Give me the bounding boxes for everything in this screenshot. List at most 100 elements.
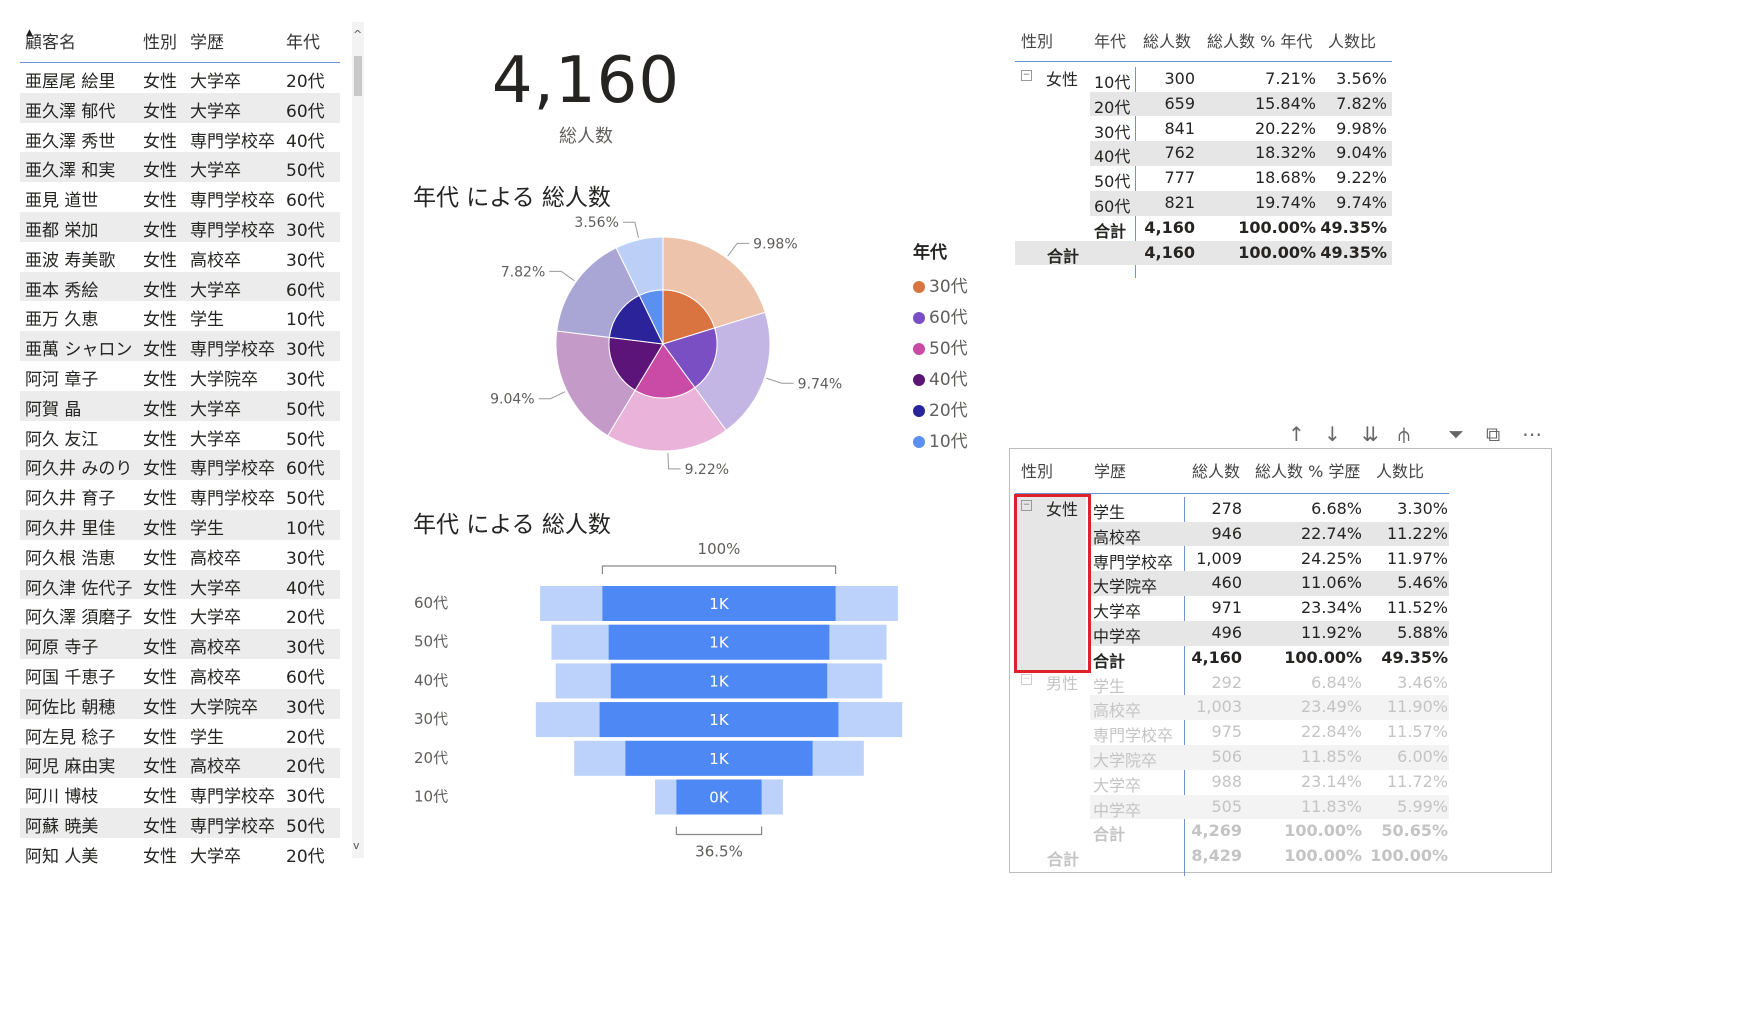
- matrix-column-header[interactable]: 性別: [1021, 28, 1053, 52]
- more-options-icon[interactable]: ⋯: [1522, 422, 1542, 446]
- matrix-row[interactable]: 学生 278 6.68% 3.30%: [1090, 497, 1449, 522]
- table-row[interactable]: 阿賀 晶 女性 大学卒 50代: [20, 390, 340, 421]
- legend-item[interactable]: 50代: [913, 333, 968, 364]
- scrollbar-thumb[interactable]: [354, 56, 362, 96]
- sort-ascending-icon[interactable]: ▲: [26, 28, 33, 38]
- table-row[interactable]: 亜本 秀絵 女性 大学卒 60代: [20, 271, 340, 302]
- legend-item[interactable]: 10代: [913, 426, 968, 457]
- matrix-column-header[interactable]: 総人数 % 年代: [1207, 28, 1312, 52]
- scroll-down-icon[interactable]: v: [353, 839, 360, 852]
- matrix-row[interactable]: 40代 762 18.32% 9.04%: [1090, 141, 1392, 166]
- header-gender[interactable]: 性別: [143, 28, 177, 53]
- table-row[interactable]: 阿久 友江 女性 大学卒 50代: [20, 421, 340, 451]
- matrix-column-header[interactable]: 人数比: [1328, 28, 1376, 52]
- table-row[interactable]: 阿久澤 須磨子 女性 大学卒 20代: [20, 599, 340, 629]
- matrix-row[interactable]: 専門学校卒 1,009 24.25% 11.97%: [1090, 547, 1449, 572]
- arrow-down-icon[interactable]: ↓: [1324, 422, 1341, 446]
- matrix-cell: 大学卒: [1093, 602, 1142, 622]
- legend-item[interactable]: 60代: [913, 302, 968, 333]
- matrix-cell: 762: [1164, 143, 1195, 163]
- table-row[interactable]: 亜屋尾 絵里 女性 大学卒 20代: [20, 63, 340, 93]
- pie-leader-line: [549, 270, 575, 282]
- matrix-row[interactable]: 大学卒 971 23.34% 11.52%: [1090, 596, 1449, 621]
- matrix-row[interactable]: 合計 4,160 100.00% 49.35%: [1090, 216, 1392, 241]
- matrix-row[interactable]: 30代 841 20.22% 9.98%: [1090, 117, 1392, 142]
- table-row[interactable]: 阿佐比 朝穂 女性 大学院卒 30代: [20, 688, 340, 719]
- filter-icon[interactable]: ⏷: [1448, 422, 1464, 446]
- table-row[interactable]: 阿久井 みのり 女性 専門学校卒 60代: [20, 450, 340, 481]
- table-row[interactable]: 阿久根 浩恵 女性 高校卒 30代: [20, 540, 340, 570]
- matrix-age[interactable]: 性別 年代 総人数 総人数 % 年代 人数比 − 女性 10代 300 7.21% 3.56% 20代…: [1015, 24, 1395, 278]
- matrix-cell: 高校卒: [1093, 527, 1142, 547]
- matrix-column-header[interactable]: 年代: [1094, 28, 1126, 52]
- table-row[interactable]: 亜都 栄加 女性 専門学校卒 30代: [20, 211, 340, 242]
- table-row[interactable]: 亜久澤 秀世 女性 専門学校卒 40代: [20, 123, 340, 153]
- table-row[interactable]: 阿久井 里佳 女性 学生 10代: [20, 509, 340, 540]
- matrix-row[interactable]: 中学卒 496 11.92% 5.88%: [1090, 621, 1449, 646]
- matrix-row[interactable]: 高校卒 1,003 23.49% 11.90%: [1090, 695, 1449, 720]
- table-row[interactable]: 亜見 道世 女性 専門学校卒 60代: [20, 182, 340, 212]
- header-age-group[interactable]: 年代: [286, 28, 320, 53]
- matrix-row[interactable]: 大学院卒 460 11.06% 5.46%: [1090, 571, 1449, 596]
- double-arrow-down-icon[interactable]: ⇊: [1362, 422, 1379, 446]
- table-row[interactable]: 亜萬 シャロン 女性 専門学校卒 30代: [20, 331, 340, 361]
- matrix-cell: 9.04%: [1336, 143, 1387, 163]
- table-row[interactable]: 阿児 麻由実 女性 高校卒 20代: [20, 748, 340, 779]
- age-group-cell: 60代: [286, 191, 325, 212]
- table-row[interactable]: 阿蘇 暁美 女性 専門学校卒 50代: [20, 807, 340, 838]
- table-row[interactable]: 阿原 寺子 女性 高校卒 30代: [20, 629, 340, 659]
- collapse-icon[interactable]: −: [1021, 70, 1032, 81]
- matrix-row[interactable]: 大学卒 988 23.14% 11.72%: [1090, 770, 1449, 795]
- matrix-column-header[interactable]: 学歴: [1094, 458, 1126, 482]
- matrix-column-header[interactable]: 総人数 % 学歴: [1255, 458, 1360, 482]
- expand-hierarchy-icon[interactable]: ⫛: [1398, 422, 1410, 446]
- table-row[interactable]: 阿久津 佐代子 女性 大学卒 40代: [20, 569, 340, 600]
- focus-mode-icon[interactable]: ⧉: [1486, 422, 1500, 446]
- matrix-row[interactable]: 20代 659 15.84% 7.82%: [1090, 91, 1392, 117]
- matrix-column-header[interactable]: 人数比: [1376, 458, 1424, 482]
- legend-item[interactable]: 40代: [913, 364, 968, 395]
- matrix-row[interactable]: 合計 4,160 100.00% 49.35%: [1090, 646, 1449, 671]
- matrix-cell: 11.92%: [1300, 623, 1362, 642]
- matrix-cell: 7.82%: [1336, 93, 1387, 113]
- table-row[interactable]: 亜万 久恵 女性 学生 10代: [20, 301, 340, 331]
- customer-table-scrollbar[interactable]: ^ v: [352, 22, 364, 858]
- table-row[interactable]: 亜久澤 郁代 女性 大学卒 60代: [20, 92, 340, 123]
- pie-chart[interactable]: 9.98% 9.74% 9.22% 9.04% 7.82% 3.56%: [460, 210, 880, 490]
- matrix-row[interactable]: 60代 821 19.74% 9.74%: [1090, 191, 1392, 216]
- table-row[interactable]: 亜波 寿美歌 女性 高校卒 30代: [20, 242, 340, 272]
- matrix-column-header[interactable]: 性別: [1021, 458, 1053, 482]
- legend-item[interactable]: 30代: [913, 271, 968, 302]
- age-group-cell: 50代: [286, 816, 325, 837]
- matrix-row[interactable]: 学生 292 6.84% 3.46%: [1090, 671, 1449, 696]
- header-education[interactable]: 学歴: [190, 28, 224, 53]
- matrix-row[interactable]: 高校卒 946 22.74% 11.22%: [1090, 521, 1449, 547]
- gender-cell: 女性: [143, 191, 177, 212]
- table-row[interactable]: 阿河 章子 女性 大学院卒 30代: [20, 361, 340, 391]
- matrix-row[interactable]: 50代 777 18.68% 9.22%: [1090, 166, 1392, 191]
- table-row[interactable]: 阿国 千恵子 女性 高校卒 60代: [20, 659, 340, 689]
- arrow-up-icon[interactable]: ↑: [1288, 422, 1305, 446]
- collapse-icon[interactable]: −: [1021, 673, 1032, 685]
- education-cell: 学生: [190, 518, 224, 539]
- table-row[interactable]: 阿左見 稔子 女性 学生 20代: [20, 719, 340, 749]
- customer-name-cell: 阿川 博枝: [25, 787, 99, 808]
- table-row[interactable]: 阿久井 育子 女性 専門学校卒 50代: [20, 480, 340, 510]
- table-row[interactable]: 阿知 人美 女性 大学卒 20代: [20, 838, 340, 868]
- matrix-row[interactable]: 大学院卒 506 11.85% 6.00%: [1090, 745, 1449, 770]
- legend-item[interactable]: 20代: [913, 395, 968, 426]
- table-row[interactable]: 亜久澤 和実 女性 大学卒 50代: [20, 152, 340, 183]
- customer-table[interactable]: 顧客名 性別 学歴 年代 ▲ 亜屋尾 絵里 女性 大学卒 20代 亜久澤 郁代 女性 大学卒…: [20, 22, 340, 868]
- matrix-row[interactable]: 中学卒 505 11.83% 5.99%: [1090, 794, 1449, 820]
- matrix-total-row[interactable]: 合計 8,429 100.00% 100.00%: [1015, 844, 1449, 869]
- matrix-column-header[interactable]: 総人数: [1143, 28, 1191, 52]
- funnel-chart[interactable]: 1K 60代 1K 50代 1K 40代 1K 30代 1K 20代 0K 10代 100% 36.5%: [400, 530, 990, 875]
- matrix-row[interactable]: 10代 300 7.21% 3.56%: [1090, 67, 1392, 92]
- matrix-row[interactable]: 専門学校卒 975 22.84% 11.57%: [1090, 720, 1449, 745]
- matrix-column-header[interactable]: 総人数: [1192, 458, 1240, 482]
- matrix-total-row[interactable]: 合計 4,160 100.00% 49.35%: [1015, 240, 1392, 266]
- table-row[interactable]: 阿川 博枝 女性 専門学校卒 30代: [20, 778, 340, 808]
- matrix-row[interactable]: 合計 4,269 100.00% 50.65%: [1090, 819, 1449, 844]
- scroll-up-icon[interactable]: ^: [353, 28, 362, 41]
- age-group-cell: 50代: [286, 429, 325, 450]
